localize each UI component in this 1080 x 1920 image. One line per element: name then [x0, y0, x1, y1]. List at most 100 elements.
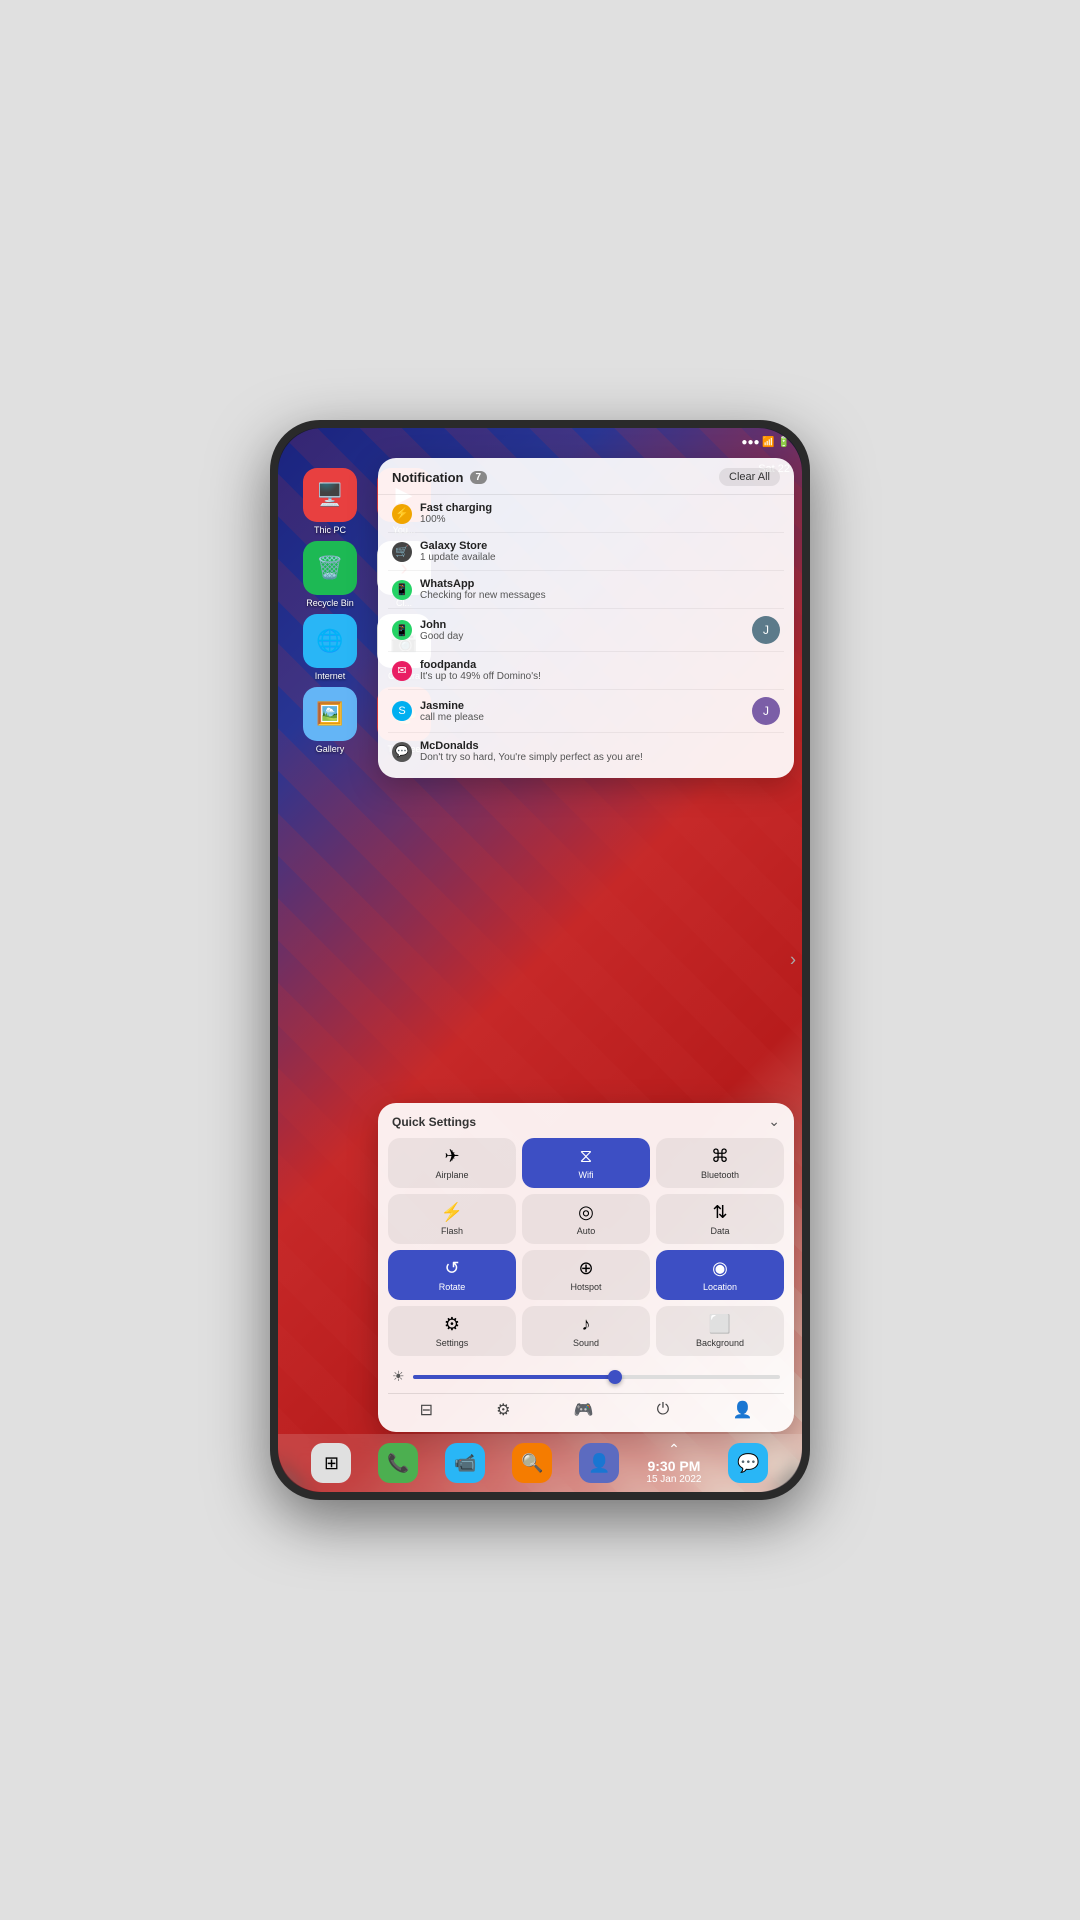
dock-contacts[interactable]: 👤	[579, 1443, 619, 1483]
qs-item-flash[interactable]: ⚡Flash	[388, 1194, 516, 1244]
qs-label-rotate: Rotate	[439, 1282, 466, 1292]
notif-message-charging: 100%	[420, 514, 780, 525]
dock: ⊞ 📞 📹 🔍 👤 ⌃ 9:30 PM 15 Jan 2022 💬	[278, 1434, 802, 1492]
notif-app-icon-whatsapp1: 📱	[392, 580, 412, 600]
qs-label-auto: Auto	[577, 1226, 596, 1236]
notification-item-mcdonalds[interactable]: 💬 McDonaldsDon't try so hard, You're simp…	[388, 733, 784, 770]
app-icon-label-5: Internet	[315, 671, 346, 681]
notification-header: Notification 7 Clear All	[378, 468, 794, 495]
qs-label-settings: Settings	[436, 1338, 469, 1348]
side-arrow-icon: ›	[790, 950, 796, 971]
dock-video[interactable]: 📹	[445, 1443, 485, 1483]
qs-icon-sound: ♪	[582, 1314, 591, 1335]
brightness-icon: ☀	[392, 1368, 405, 1385]
qs-label-wifi: Wifi	[579, 1170, 594, 1180]
dock-search[interactable]: 🔍	[512, 1443, 552, 1483]
qs-grid: ✈ Airplane ⧖ Wifi ⌘ Bluetooth ⚡Flash ◎ Auto ⇅ Data…	[388, 1138, 784, 1356]
messages-icon: 💬	[737, 1453, 759, 1474]
user-action-icon[interactable]: 👤	[732, 1400, 752, 1420]
notification-item-galaxy[interactable]: 🛒 Galaxy Store1 update availale	[388, 533, 784, 571]
app-icon-7[interactable]: 🖼️Gallery	[296, 687, 364, 754]
qs-item-bluetooth[interactable]: ⌘ Bluetooth	[656, 1138, 784, 1188]
qs-item-sound[interactable]: ♪Sound	[522, 1306, 650, 1356]
notification-item-foodpanda[interactable]: ✉ foodpandaIt's up to 49% off Domino's!	[388, 652, 784, 690]
app-icon-5[interactable]: 🌐Internet	[296, 614, 364, 681]
qs-label-airplane: Airplane	[435, 1170, 468, 1180]
video-icon: 📹	[454, 1453, 476, 1474]
notif-app-name-john: John	[420, 619, 744, 631]
qs-collapse-icon[interactable]: ⌄	[768, 1113, 780, 1130]
chevron-up-icon: ⌃	[646, 1441, 701, 1458]
notif-app-icon-mcdonalds: 💬	[392, 742, 412, 762]
notification-item-charging[interactable]: ⚡Fast charging100%	[388, 495, 784, 533]
qs-item-auto[interactable]: ◎ Auto	[522, 1194, 650, 1244]
notif-avatar-jasmine: J	[752, 697, 780, 725]
qs-item-airplane[interactable]: ✈ Airplane	[388, 1138, 516, 1188]
notif-app-icon-galaxy: 🛒	[392, 542, 412, 562]
qs-label-hotspot: Hotspot	[570, 1282, 601, 1292]
multiwindow-icon: ⊞	[324, 1453, 339, 1474]
qs-item-data[interactable]: ⇅ Data	[656, 1194, 784, 1244]
qs-icon-wifi: ⧖	[580, 1146, 593, 1167]
qs-item-background[interactable]: ⬜Background	[656, 1306, 784, 1356]
settings-action-icon[interactable]: ⚙	[496, 1400, 510, 1420]
notif-message-foodpanda: It's up to 49% off Domino's!	[420, 671, 780, 682]
notif-app-icon-foodpanda: ✉	[392, 661, 412, 681]
notification-list: ⚡Fast charging100% 🛒 Galaxy Store1 update …	[378, 495, 794, 770]
qs-icon-airplane: ✈	[444, 1146, 459, 1167]
contacts-icon: 👤	[588, 1453, 610, 1474]
dock-phone[interactable]: 📞	[378, 1443, 418, 1483]
brightness-row: ☀	[388, 1364, 784, 1393]
notif-message-john: Good day	[420, 631, 744, 642]
qs-icon-location: ◉	[712, 1258, 728, 1279]
qs-label-bluetooth: Bluetooth	[701, 1170, 739, 1180]
notif-avatar-john: J	[752, 616, 780, 644]
phone-frame: ●●● 📶 🔋 Sat 22 🖥️Thic PC▶You...🗑️Recycle…	[270, 420, 810, 1500]
screenshot-icon[interactable]: ⊟	[420, 1400, 433, 1420]
qs-icon-data: ⇅	[712, 1202, 727, 1223]
dock-messages[interactable]: 💬	[728, 1443, 768, 1483]
brightness-track[interactable]	[413, 1375, 780, 1379]
qs-item-hotspot[interactable]: ⊕ Hotspot	[522, 1250, 650, 1300]
qs-item-location[interactable]: ◉Location	[656, 1250, 784, 1300]
games-action-icon[interactable]: 🎮	[574, 1400, 594, 1420]
notif-app-name-charging: Fast charging	[420, 502, 780, 514]
notif-app-icon-john: 📱	[392, 620, 412, 640]
search-icon: 🔍	[521, 1453, 543, 1474]
notification-item-jasmine[interactable]: SJasminecall me pleaseJ	[388, 690, 784, 733]
notification-count-badge: 7	[470, 471, 488, 484]
qs-icon-auto: ◎	[578, 1202, 594, 1223]
qs-label-data: Data	[710, 1226, 729, 1236]
notif-app-name-foodpanda: foodpanda	[420, 659, 780, 671]
notif-app-name-galaxy: Galaxy Store	[420, 540, 780, 552]
brightness-thumb	[608, 1370, 622, 1384]
clear-all-button[interactable]: Clear All	[719, 468, 780, 486]
notification-panel: Notification 7 Clear All ⚡Fast charging1…	[378, 458, 794, 778]
notification-title: Notification 7	[392, 470, 487, 485]
qs-icon-flash: ⚡	[441, 1202, 463, 1223]
qs-icon-rotate: ↺	[444, 1258, 459, 1279]
bottom-actions-bar: ⊟ ⚙ 🎮 ⏻ 👤	[388, 1393, 784, 1422]
app-icon-label-3: Recycle Bin	[306, 598, 354, 608]
notif-app-name-whatsapp1: WhatsApp	[420, 578, 780, 590]
app-icon-label-7: Gallery	[316, 744, 345, 754]
status-bar: ●●● 📶 🔋	[278, 428, 802, 456]
power-action-icon[interactable]: ⏻	[657, 1401, 670, 1419]
qs-item-wifi[interactable]: ⧖ Wifi	[522, 1138, 650, 1188]
phone-icon: 📞	[387, 1453, 409, 1474]
qs-item-rotate[interactable]: ↺ Rotate	[388, 1250, 516, 1300]
notification-item-john[interactable]: 📱 JohnGood day J	[388, 609, 784, 652]
app-icon-1[interactable]: 🖥️Thic PC	[296, 468, 364, 535]
quick-settings-panel: Quick Settings ⌄ ✈Airplane⧖Wifi⌘Bluetoot…	[378, 1103, 794, 1432]
app-icon-3[interactable]: 🗑️Recycle Bin	[296, 541, 364, 608]
notif-message-galaxy: 1 update availale	[420, 552, 780, 563]
notif-message-mcdonalds: Don't try so hard, You're simply perfect…	[420, 752, 780, 763]
qs-icon-bluetooth: ⌘	[711, 1146, 729, 1167]
notif-app-name-mcdonalds: McDonalds	[420, 740, 780, 752]
dock-time-display: ⌃ 9:30 PM 15 Jan 2022	[646, 1441, 701, 1485]
qs-icon-hotspot: ⊕	[578, 1258, 593, 1279]
qs-item-settings[interactable]: ⚙Settings	[388, 1306, 516, 1356]
notif-message-whatsapp1: Checking for new messages	[420, 590, 780, 601]
notification-item-whatsapp1[interactable]: 📱 WhatsAppChecking for new messages	[388, 571, 784, 609]
dock-multiwindow[interactable]: ⊞	[311, 1443, 351, 1483]
